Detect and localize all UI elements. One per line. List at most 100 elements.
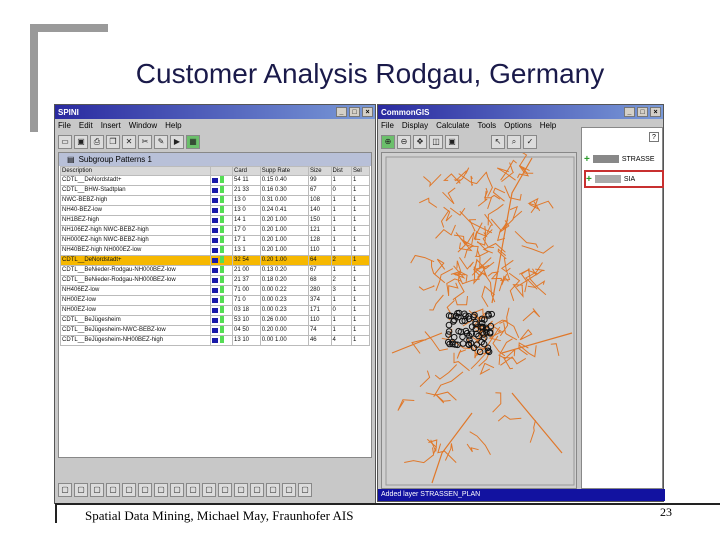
cell-card: 17 1 <box>232 234 261 246</box>
table-row[interactable]: CDTL__DeNordstadt+ 54 11 0.15 0.40 99 1 1 <box>60 174 370 186</box>
tool-3-icon[interactable]: ▢ <box>90 483 104 497</box>
table-row[interactable]: CDTL__BeNieder-Rodgau-NH000BEZ-low 21 00… <box>60 264 370 276</box>
menu-tools[interactable]: Tools <box>477 121 496 130</box>
col-sel[interactable]: Sel <box>351 166 370 176</box>
table-row[interactable]: NWC-BEBZ-high 13 0 0.31 0.00 108 1 1 <box>60 194 370 206</box>
menu-file[interactable]: File <box>381 121 394 130</box>
cell-description: NH1BEZ-high <box>60 214 211 226</box>
menu-calculate[interactable]: Calculate <box>436 121 469 130</box>
table-row[interactable]: CDTL__BeJügesheim-NWC-BEBZ-low 04 50 0.20… <box>60 324 370 336</box>
select-icon[interactable]: ◫ <box>429 135 443 149</box>
cell-dist: 1 <box>330 244 353 256</box>
tool-13-icon[interactable]: ▢ <box>250 483 264 497</box>
minimize-button[interactable]: _ <box>624 107 635 117</box>
col-dist[interactable]: Dist <box>330 166 353 176</box>
grid-icon[interactable]: ▦ <box>186 135 200 149</box>
tool-5-icon[interactable]: ▢ <box>122 483 136 497</box>
menu-help[interactable]: Help <box>540 121 556 130</box>
menu-help[interactable]: Help <box>165 121 181 130</box>
menu-file[interactable]: File <box>58 121 71 130</box>
spini-titlebar[interactable]: SPINI _ □ × <box>55 105 375 119</box>
map-canvas[interactable] <box>382 147 578 490</box>
maximize-button[interactable]: □ <box>637 107 648 117</box>
expand-icon[interactable]: + <box>584 154 590 165</box>
tool-15-icon[interactable]: ▢ <box>282 483 296 497</box>
tool-10-icon[interactable]: ▢ <box>202 483 216 497</box>
cell-marker <box>210 284 233 296</box>
col-supp-rate[interactable]: Supp Rate <box>259 166 309 176</box>
slide-deco-horizontal <box>30 24 108 32</box>
close-button[interactable]: × <box>362 107 373 117</box>
pan-icon[interactable]: ✥ <box>413 135 427 149</box>
tool-4-icon[interactable]: ▢ <box>106 483 120 497</box>
table-row[interactable]: NH40BEZ-high NH000EZ-low 13 1 0.20 1.00 11… <box>60 244 370 256</box>
status-marker <box>219 226 224 233</box>
table-row[interactable]: NH406EZ-low 71 00 0.00 0.22 280 3 1 <box>60 284 370 296</box>
col-card[interactable]: Card <box>232 166 261 176</box>
col-description[interactable]: Description <box>60 166 211 176</box>
cell-supp-rate: 0.00 0.23 <box>259 294 309 306</box>
table-row[interactable]: CDTL__BeJügesheim 53 10 0.26 0.00 110 1 1 <box>60 314 370 326</box>
table-row[interactable]: CDTL__BeJügesheim-NH00BEZ-high 13 10 0.00… <box>60 334 370 346</box>
maximize-button[interactable]: □ <box>349 107 360 117</box>
run-icon[interactable]: ▶ <box>170 135 184 149</box>
fit-icon[interactable]: ▣ <box>445 135 459 149</box>
tool-1-icon[interactable]: ▢ <box>58 483 72 497</box>
open-icon[interactable]: ▭ <box>58 135 72 149</box>
map-frame[interactable] <box>381 147 578 490</box>
menu-edit[interactable]: Edit <box>79 121 93 130</box>
table-row[interactable]: CDTL__BeNieder-Rodgau-NH000BEZ-low 21 37… <box>60 274 370 286</box>
tool-12-icon[interactable]: ▢ <box>234 483 248 497</box>
help-button[interactable]: ? <box>649 132 659 142</box>
expand-icon[interactable]: + <box>586 174 592 185</box>
tool-9-icon[interactable]: ▢ <box>186 483 200 497</box>
legend-item-strasse[interactable]: + STRASSE <box>584 150 664 168</box>
tool-7-icon[interactable]: ▢ <box>154 483 168 497</box>
cgis-titlebar[interactable]: CommonGIS _ □ × <box>378 105 663 119</box>
menu-options[interactable]: Options <box>504 121 532 130</box>
close-button[interactable]: × <box>650 107 661 117</box>
tool-14-icon[interactable]: ▢ <box>266 483 280 497</box>
tool-2-icon[interactable]: ▢ <box>74 483 88 497</box>
cell-dist: 1 <box>330 314 353 326</box>
cell-card: 71 0 <box>232 294 261 306</box>
menu-window[interactable]: Window <box>129 121 157 130</box>
pointer-icon[interactable]: ↖ <box>491 135 505 149</box>
cell-description: NH406EZ-low <box>60 284 211 296</box>
commongis-window: CommonGIS _ □ × File Display Calculate T… <box>377 104 665 502</box>
subgroup-panel-header[interactable]: ▤ Subgroup Patterns 1 <box>59 153 371 166</box>
status-marker <box>219 326 224 333</box>
print-icon[interactable]: ⎙ <box>90 135 104 149</box>
cell-supp-rate: 0.31 0.00 <box>259 194 309 206</box>
zoom-out-icon[interactable]: ⊖ <box>397 135 411 149</box>
zoom-in-icon[interactable]: ⊕ <box>381 135 395 149</box>
menu-display[interactable]: Display <box>402 121 428 130</box>
table-row[interactable]: CDTL__BHW-Stadtplan 21 33 0.16 0.30 67 0 1 <box>60 184 370 196</box>
copy-icon[interactable]: ❐ <box>106 135 120 149</box>
tool-16-icon[interactable]: ▢ <box>298 483 312 497</box>
col-size[interactable]: Size <box>307 166 332 176</box>
coverage-bar <box>212 187 218 193</box>
minimize-button[interactable]: _ <box>336 107 347 117</box>
table-row[interactable]: NH000EZ-high NWC-BEBZ-high 17 1 0.20 1.00… <box>60 234 370 246</box>
delete-icon[interactable]: ✕ <box>122 135 136 149</box>
cell-card: 13 1 <box>232 244 261 256</box>
coverage-bar <box>212 277 218 283</box>
edit-icon[interactable]: ✎ <box>154 135 168 149</box>
table-row[interactable]: NH00EZ-low 03 18 0.00 0.23 171 0 1 <box>60 304 370 316</box>
legend-item-sia[interactable]: + SIA <box>584 170 664 188</box>
tool-11-icon[interactable]: ▢ <box>218 483 232 497</box>
table-row[interactable]: NH1BEZ-high 14 1 0.20 1.00 150 1 1 <box>60 214 370 226</box>
table-row[interactable]: CDTL__DeNordstadt+ 32 54 0.20 1.00 64 2 1 <box>60 254 370 266</box>
save-icon[interactable]: ▣ <box>74 135 88 149</box>
tool-6-icon[interactable]: ▢ <box>138 483 152 497</box>
table-row[interactable]: NH106EZ-high NWC-BEBZ-high 17 0 0.20 1.00… <box>60 224 370 236</box>
check-icon[interactable]: ✓ <box>523 135 537 149</box>
cut-icon[interactable]: ✂ <box>138 135 152 149</box>
menu-insert[interactable]: Insert <box>101 121 121 130</box>
search-icon[interactable]: ⌕ <box>507 135 521 149</box>
status-marker <box>219 276 224 283</box>
tool-8-icon[interactable]: ▢ <box>170 483 184 497</box>
table-row[interactable]: NH00EZ-low 71 0 0.00 0.23 374 1 1 <box>60 294 370 306</box>
table-row[interactable]: NH40-BEZ-low 13 0 0.24 0.41 140 1 1 <box>60 204 370 216</box>
